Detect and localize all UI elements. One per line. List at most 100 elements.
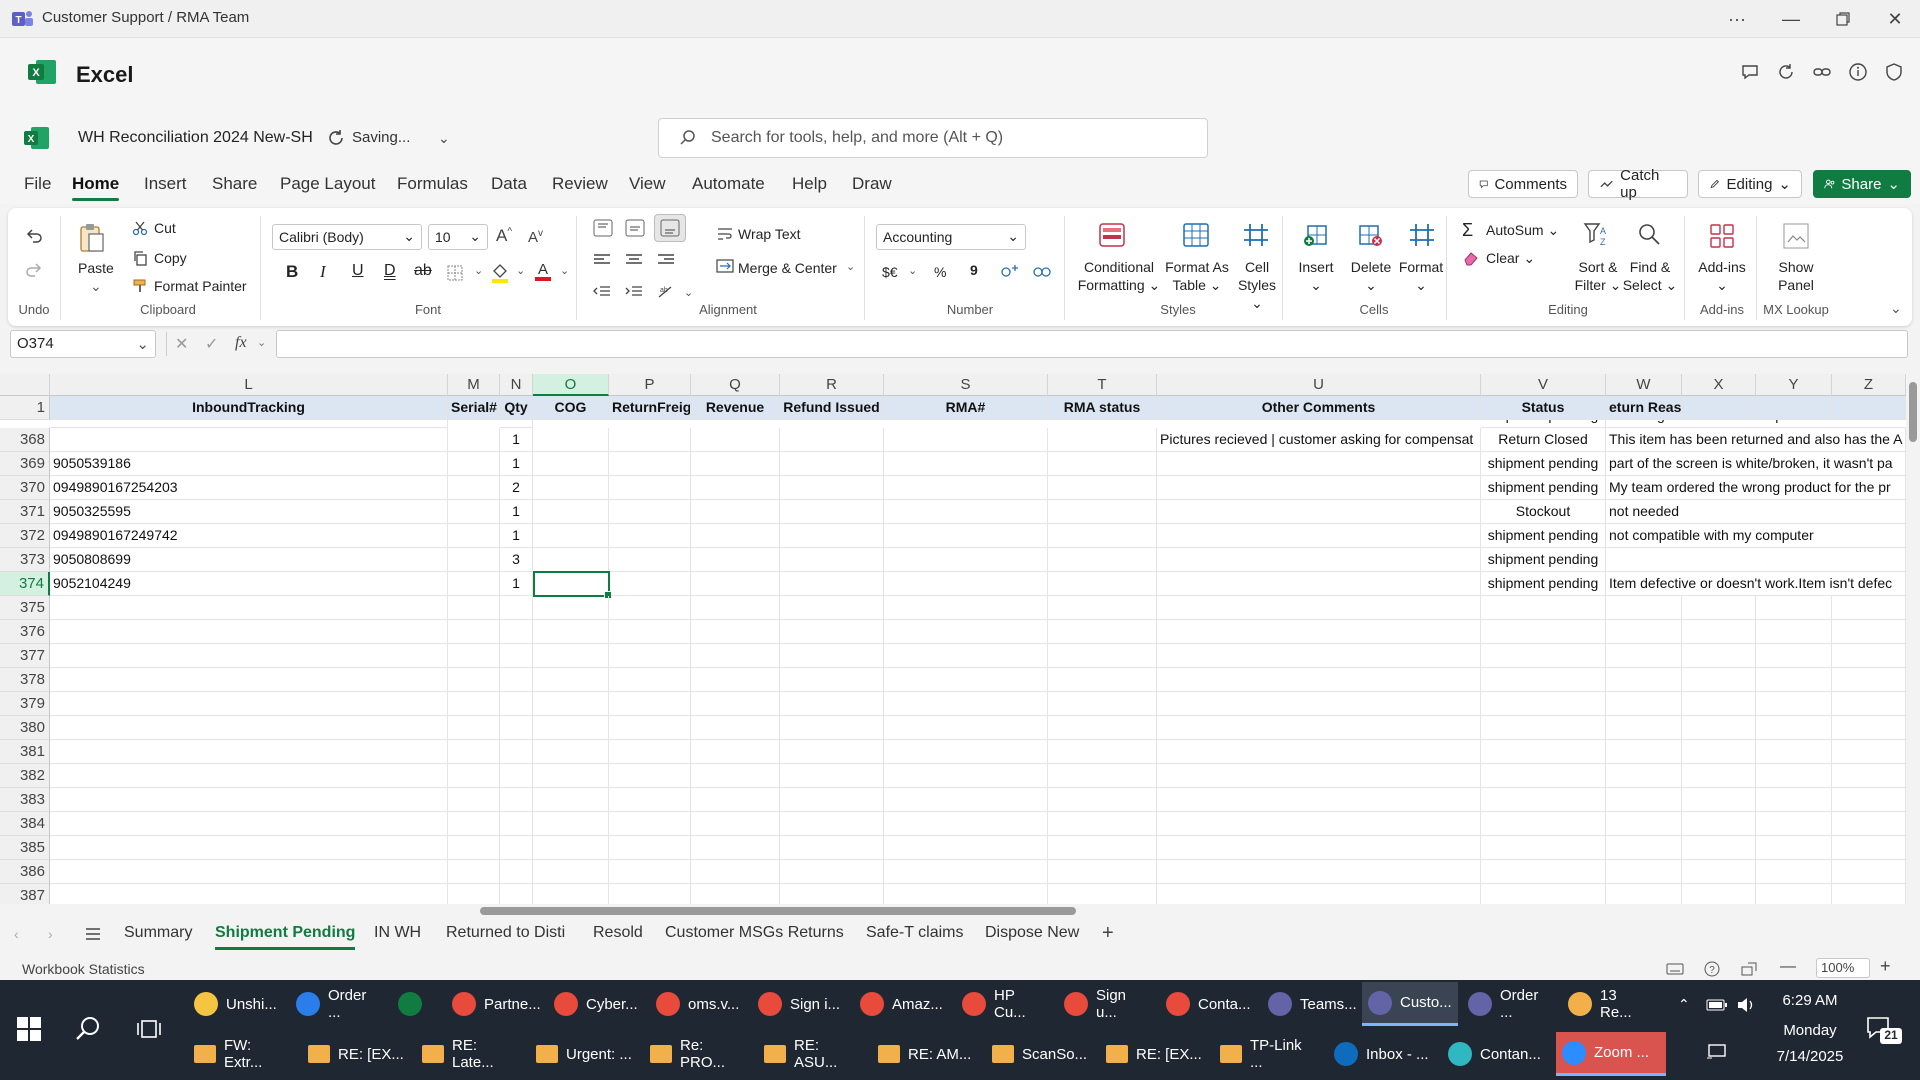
- chevron-down-icon[interactable]: ⌄: [257, 336, 266, 349]
- cell-o-377[interactable]: [533, 644, 609, 668]
- cell-r-370[interactable]: [780, 476, 884, 500]
- cell-n-387[interactable]: [500, 884, 533, 904]
- decrease-font-icon[interactable]: Av: [528, 228, 543, 246]
- font-color-icon[interactable]: A: [534, 260, 552, 282]
- cell-r-368[interactable]: [780, 428, 884, 452]
- cell-o-379[interactable]: [533, 692, 609, 716]
- decrease-indent-icon[interactable]: [592, 284, 612, 300]
- cell-u-369[interactable]: [1157, 452, 1481, 476]
- cell-p-373[interactable]: [609, 548, 691, 572]
- header-cell-y[interactable]: [1756, 396, 1832, 420]
- cell-n-373[interactable]: 3: [500, 548, 533, 572]
- cell-p-370[interactable]: [609, 476, 691, 500]
- number-format-select[interactable]: Accounting ⌄: [876, 224, 1026, 250]
- column-header-y[interactable]: Y: [1756, 374, 1832, 396]
- chevron-down-icon[interactable]: ⌄: [684, 286, 693, 299]
- cell-o-371[interactable]: [533, 500, 609, 524]
- chevron-down-icon[interactable]: ⌄: [560, 264, 569, 277]
- cell-s-374[interactable]: [884, 572, 1048, 596]
- shield-icon[interactable]: [1884, 62, 1904, 82]
- align-top-icon[interactable]: [592, 218, 614, 238]
- column-header-x[interactable]: X: [1682, 374, 1756, 396]
- workbook-statistics[interactable]: Workbook Statistics: [22, 961, 145, 977]
- taskbar-window-7[interactable]: ScanSo...: [986, 1032, 1096, 1076]
- sheet-tab-in-wh[interactable]: IN WH: [374, 924, 421, 942]
- paste-icon[interactable]: [78, 222, 106, 254]
- cell-t-373[interactable]: [1048, 548, 1157, 572]
- cell-q-371[interactable]: [691, 500, 780, 524]
- cell-n-383[interactable]: [500, 788, 533, 812]
- add-sheet-icon[interactable]: +: [1102, 922, 1114, 945]
- cell-z-385[interactable]: [1832, 836, 1906, 860]
- cell-m-370[interactable]: [448, 476, 500, 500]
- cell-q-369[interactable]: [691, 452, 780, 476]
- horizontal-scrollbar[interactable]: [0, 904, 1906, 918]
- cell-m-369[interactable]: [448, 452, 500, 476]
- taskbar-app-8[interactable]: HP Cu...: [956, 982, 1052, 1026]
- borders-icon[interactable]: [446, 264, 464, 282]
- cell-p-382[interactable]: [609, 764, 691, 788]
- chevron-up-icon[interactable]: ⌃: [1678, 996, 1690, 1013]
- taskbar-window-9[interactable]: TP-Link ...: [1214, 1032, 1324, 1076]
- cell-o-375[interactable]: [533, 596, 609, 620]
- header-cell-z[interactable]: [1832, 396, 1906, 420]
- header-cell-s[interactable]: RMA#: [884, 396, 1048, 420]
- cell-l-368[interactable]: [50, 428, 448, 452]
- taskbar-app-12[interactable]: Custo...: [1362, 982, 1458, 1026]
- cell-v-386[interactable]: [1481, 860, 1606, 884]
- cell-t-374[interactable]: [1048, 572, 1157, 596]
- cell-o-384[interactable]: [533, 812, 609, 836]
- chevron-down-icon[interactable]: ⌄: [516, 264, 525, 277]
- cell-n-372[interactable]: 1: [500, 524, 533, 548]
- minimize-button[interactable]: —: [1768, 4, 1814, 34]
- increase-indent-icon[interactable]: [624, 284, 644, 300]
- header-cell-o[interactable]: COG: [533, 396, 609, 420]
- row-header[interactable]: 382: [0, 764, 50, 788]
- tab-review[interactable]: Review: [552, 174, 608, 194]
- find-select-button[interactable]: Find & Select ⌄: [1620, 258, 1680, 294]
- row-header[interactable]: 373: [0, 548, 50, 572]
- cell-q-387[interactable]: [691, 884, 780, 904]
- cell-t-376[interactable]: [1048, 620, 1157, 644]
- cell-r-375[interactable]: [780, 596, 884, 620]
- row-header[interactable]: 380: [0, 716, 50, 740]
- cell-u-376[interactable]: [1157, 620, 1481, 644]
- cell-x-381[interactable]: [1682, 740, 1756, 764]
- cell-r-374[interactable]: [780, 572, 884, 596]
- cell-v-382[interactable]: [1481, 764, 1606, 788]
- cell-y-385[interactable]: [1756, 836, 1832, 860]
- cell-x-386[interactable]: [1682, 860, 1756, 884]
- cell-m-382[interactable]: [448, 764, 500, 788]
- cell-p-385[interactable]: [609, 836, 691, 860]
- cell-w-380[interactable]: [1606, 716, 1682, 740]
- cell-t-385[interactable]: [1048, 836, 1157, 860]
- task-view-icon[interactable]: [136, 1016, 162, 1042]
- currency-icon[interactable]: $€: [882, 264, 898, 280]
- cell-n-369[interactable]: 1: [500, 452, 533, 476]
- cell-t-379[interactable]: [1048, 692, 1157, 716]
- cell-u-370[interactable]: [1157, 476, 1481, 500]
- align-right-icon[interactable]: [656, 252, 676, 268]
- comments-button[interactable]: Comments: [1468, 170, 1578, 198]
- cell-t-384[interactable]: [1048, 812, 1157, 836]
- cell-s-369[interactable]: [884, 452, 1048, 476]
- cell-q-377[interactable]: [691, 644, 780, 668]
- taskbar-window-8[interactable]: RE: [EX...: [1100, 1032, 1210, 1076]
- header-cell-r[interactable]: Refund Issued: [780, 396, 884, 420]
- header-cell-w[interactable]: eturn Reason: [1606, 396, 1682, 420]
- name-box[interactable]: O374 ⌄: [10, 330, 156, 358]
- cell-u-380[interactable]: [1157, 716, 1481, 740]
- cell-m-381[interactable]: [448, 740, 500, 764]
- cell-x-376[interactable]: [1682, 620, 1756, 644]
- taskbar-app-10[interactable]: Conta...: [1160, 982, 1256, 1026]
- cell-n-385[interactable]: [500, 836, 533, 860]
- cell-o-387[interactable]: [533, 884, 609, 904]
- row-header[interactable]: 1: [0, 396, 50, 420]
- zoom-select[interactable]: 100% ⌄: [1816, 958, 1870, 990]
- chevron-down-icon[interactable]: ⌄: [908, 264, 917, 277]
- cell-n-374[interactable]: 1: [500, 572, 533, 596]
- cell-p-387[interactable]: [609, 884, 691, 904]
- cut-button[interactable]: Cut: [154, 220, 176, 236]
- chevron-left-icon[interactable]: ‹: [14, 926, 19, 942]
- tab-share[interactable]: Share: [212, 174, 257, 194]
